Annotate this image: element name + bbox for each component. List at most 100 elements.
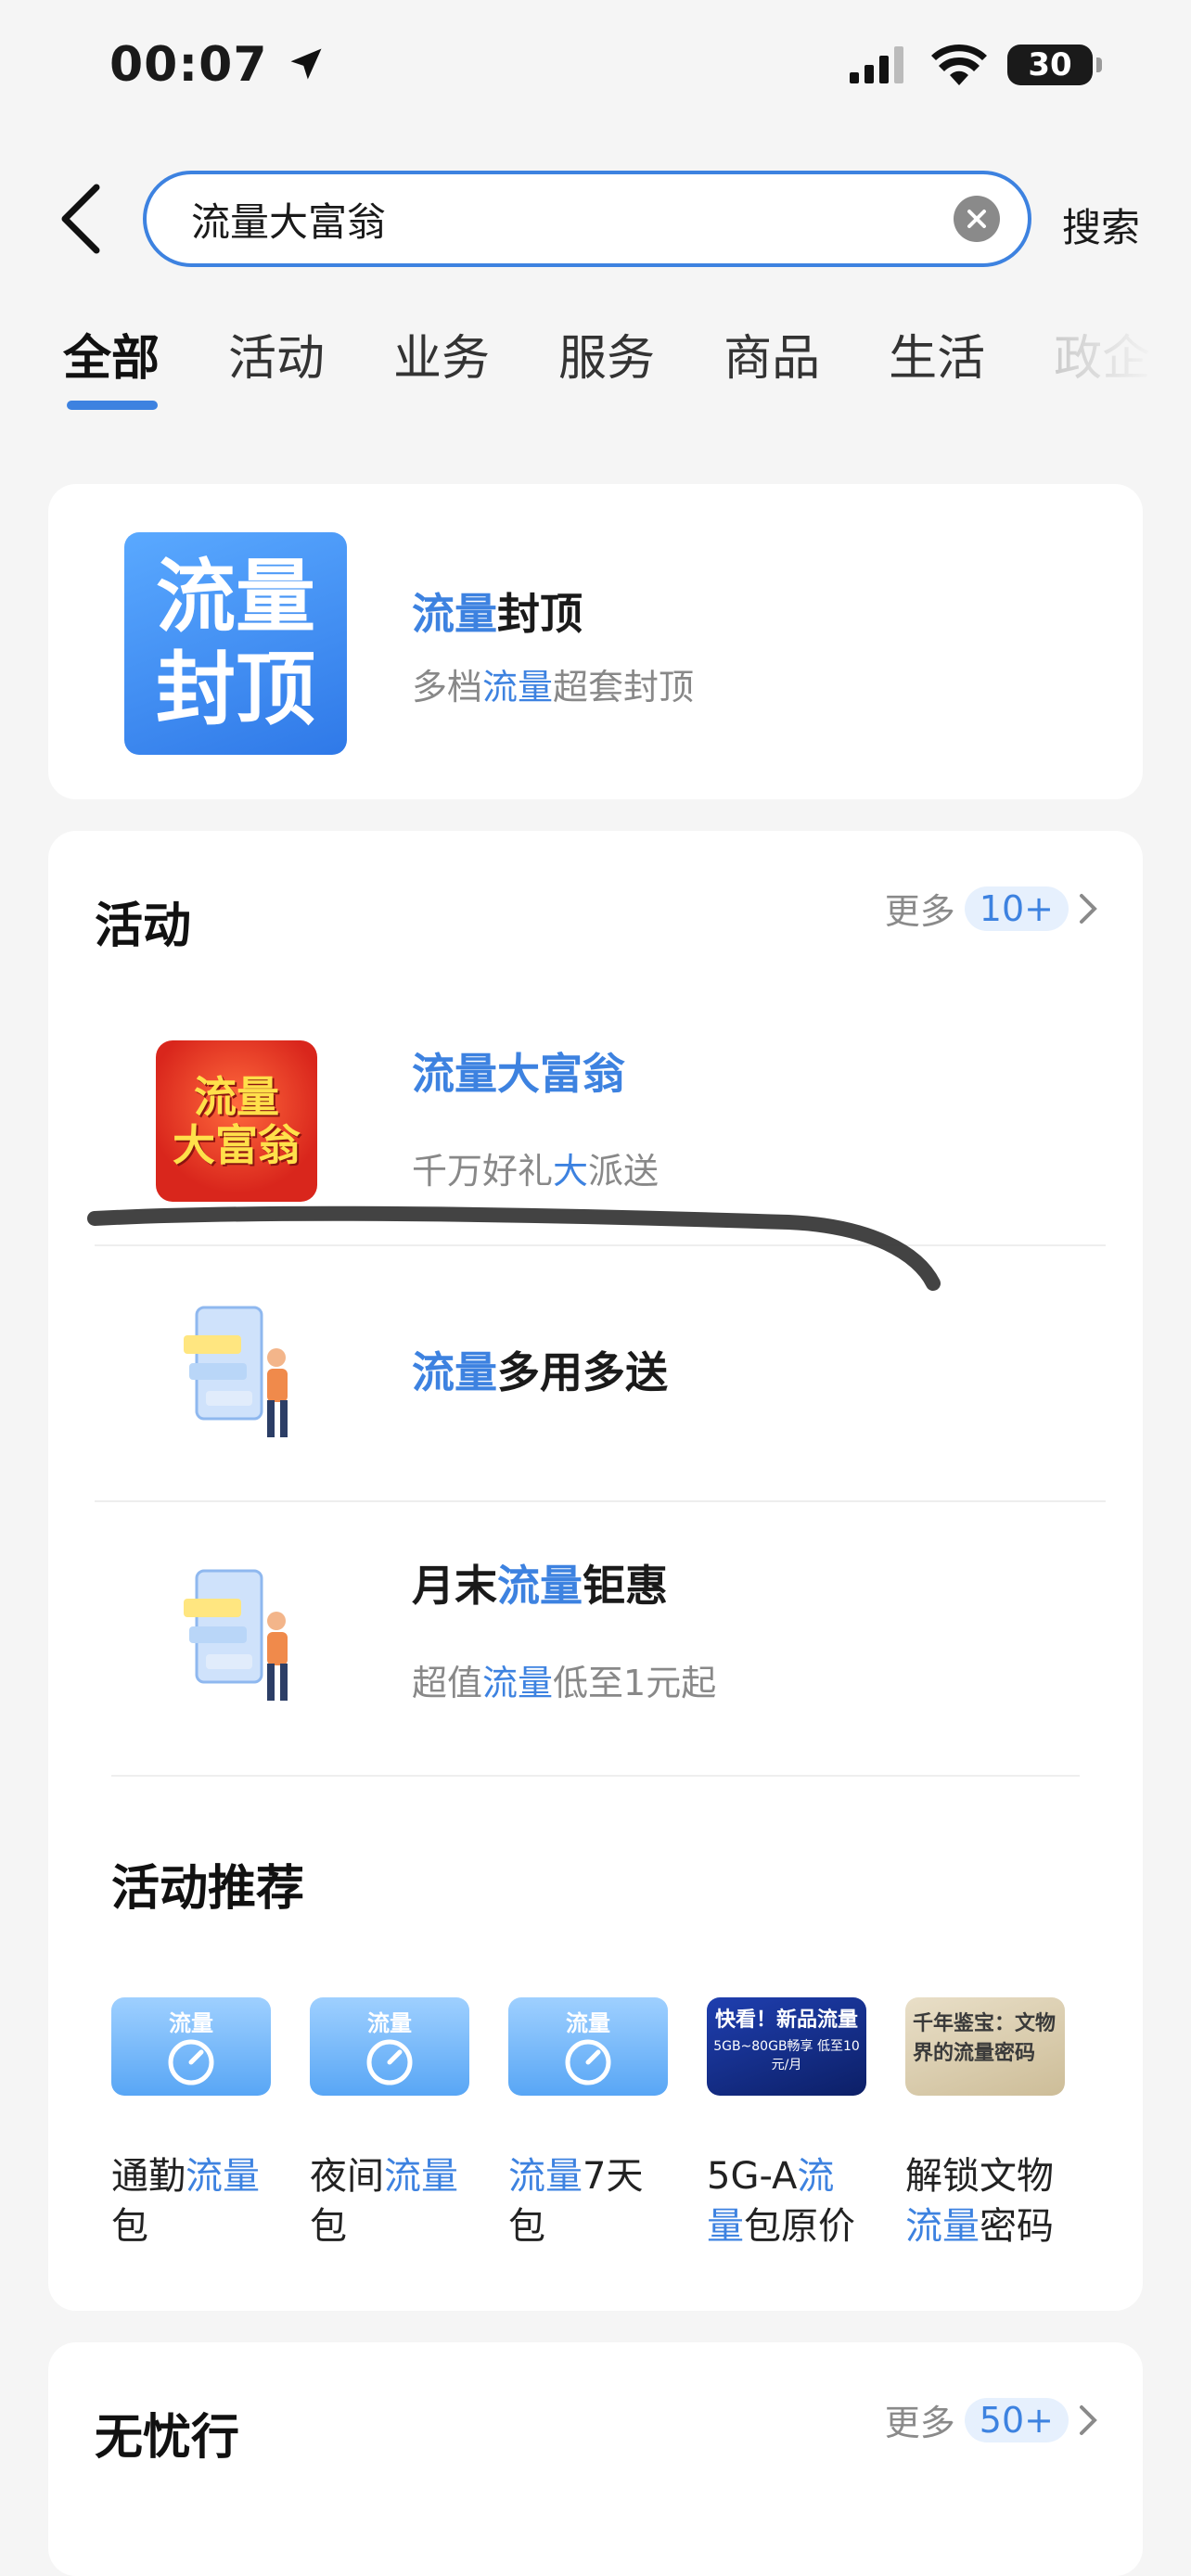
tab-service[interactable]: 服务 [558,319,655,389]
activities-title: 活动 [95,899,192,954]
recommend-label: 夜间流量包 [310,2151,469,2251]
recommend-image: 千年鉴宝：文物界的流量密码 [905,1997,1065,2096]
search-input[interactable] [191,196,954,242]
label-pre: 解锁文物 [905,2155,1054,2198]
recommend-image: 流量 [508,1997,668,2096]
label-post: 包原价 [744,2205,855,2248]
search-button[interactable]: 搜索 [1062,197,1140,253]
activity-item[interactable]: 流量多用多送 [48,1246,1143,1500]
label-highlight: 流量 [508,2155,583,2198]
divider [111,1775,1080,1777]
recommend-item[interactable]: 流量 通勤流量包 [111,1997,271,2251]
worry-free-more-link[interactable]: 更多 50+ [885,2394,1098,2445]
image-label: 千年鉴宝：文物界的流量密码 [913,2012,1057,2065]
recommend-item[interactable]: 快看！新品流量 5GB~80GB畅享 低至10元/月 5G-A流 量包原价 [707,1997,866,2251]
top-result-card[interactable]: 流量 封顶 流量封顶 多档流量超套封顶 [48,484,1143,799]
title-pre: 月末 [412,1561,497,1611]
sub-pre: 多档 [412,667,483,708]
battery-icon: 30 [1007,45,1093,85]
label-line-2: 包 [508,2205,545,2248]
wifi-icon [931,45,987,85]
more-label: 更多 [884,2403,955,2443]
label-pre: 通勤 [111,2155,186,2198]
recommend-image: 流量 [310,1997,469,2096]
title-rest: 多用多送 [497,1347,668,1397]
back-chevron-icon[interactable] [56,182,111,256]
thumb-line-2: 大富翁 [173,1120,301,1170]
sub-highlight: 流量 [482,1663,554,1703]
top-result-title: 流量封顶 [412,580,583,642]
tabs-fade-overlay [1020,297,1191,408]
sub-pre: 超值 [412,1663,483,1703]
tab-life[interactable]: 生活 [889,319,985,389]
thumb-line-1: 流量 [194,1072,279,1122]
sub-highlight: 流量 [482,667,554,708]
activities-card: 活动 更多 10+ 流量 大富翁 流量大富翁 千万好礼大派送 流量多用多送 月末… [48,831,1143,2311]
tab-goods[interactable]: 商品 [724,319,820,389]
logo-line-1: 流量 [156,551,315,644]
gauge-icon [168,2039,214,2085]
title-highlight: 流量 [412,589,497,639]
activities-more-link[interactable]: 更多 10+ [885,883,1098,934]
recommend-label: 通勤流量包 [111,2151,271,2251]
search-box[interactable] [143,171,1031,267]
status-time-text: 00:07 [109,37,268,93]
chevron-right-icon [1080,2404,1097,2435]
status-time: 00:07 [109,37,327,93]
sub-highlight: 大 [553,1151,589,1192]
recommend-item[interactable]: 流量 夜间流量包 [310,1997,469,2251]
gauge-icon [565,2039,611,2085]
recommend-image: 快看！新品流量 5GB~80GB畅享 低至10元/月 [707,1997,866,2096]
recommend-item[interactable]: 千年鉴宝：文物界的流量密码 解锁文物 流量密码 [905,1997,1065,2251]
tab-business[interactable]: 业务 [393,319,490,389]
label-post: 7天 [583,2155,644,2198]
status-icons: 30 [850,45,1102,85]
label-line-2: 包 [310,2205,347,2248]
recommend-title: 活动推荐 [111,1861,305,1917]
title-rest: 封顶 [497,589,583,639]
sub-post: 低至1元起 [553,1663,717,1703]
image-label: 流量 [566,2010,610,2036]
activity-item[interactable]: 流量 大富翁 流量大富翁 千万好礼大派送 [48,1007,1143,1239]
image-label: 快看！新品流量 [714,2009,858,2032]
image-label: 流量 [367,2010,412,2036]
recommend-label: 5G-A流 量包原价 [707,2151,866,2251]
location-arrow-icon [290,48,322,80]
more-count-badge: 10+ [964,886,1069,931]
label-pre: 5G-A [707,2155,798,2198]
label-pre: 夜间 [310,2155,384,2198]
label-line-2: 包 [111,2205,148,2248]
activity-title: 月末流量钜惠 [412,1552,668,1613]
activity-title: 流量多用多送 [412,1339,668,1400]
label-highlight: 流量 [186,2155,260,2198]
image-label: 流量 [169,2010,213,2036]
clear-icon[interactable] [954,196,1000,242]
signal-icon [850,46,903,83]
label-highlight: 流量 [905,2205,980,2248]
title-highlight: 流量 [412,1347,497,1397]
tab-all[interactable]: 全部 [63,319,160,410]
title-highlight: 流量 [497,1561,583,1611]
chevron-right-icon [1080,893,1097,924]
battery-indicator: 30 [1007,45,1102,85]
title-rest: 钜惠 [583,1561,668,1611]
dafuweng-thumbnail: 流量 大富翁 [156,1040,317,1202]
recommend-item[interactable]: 流量 流量7天包 [508,1997,668,2251]
activity-subtitle: 超值流量低至1元起 [412,1654,716,1705]
top-result-subtitle: 多档流量超套封顶 [412,658,694,709]
activity-title: 流量大富翁 [412,1049,625,1099]
label-highlight-2: 量 [707,2205,744,2248]
recommend-image: 流量 [111,1997,271,2096]
liuliang-fengding-logo: 流量 封顶 [124,532,347,755]
gauge-icon [366,2039,413,2085]
sub-post: 派送 [588,1151,660,1192]
image-sublabel: 5GB~80GB畅享 低至10元/月 [713,2039,860,2072]
sub-post: 超套封顶 [553,667,695,708]
phone-person-illustration-icon [184,1569,288,1701]
sub-pre: 千万好礼 [412,1151,554,1192]
phone-person-illustration-icon [184,1306,288,1437]
worry-free-title: 无忧行 [95,2410,240,2466]
more-label: 更多 [884,891,955,932]
tab-activity[interactable]: 活动 [228,319,325,389]
activity-item[interactable]: 月末流量钜惠 超值流量低至1元起 [48,1502,1143,1753]
